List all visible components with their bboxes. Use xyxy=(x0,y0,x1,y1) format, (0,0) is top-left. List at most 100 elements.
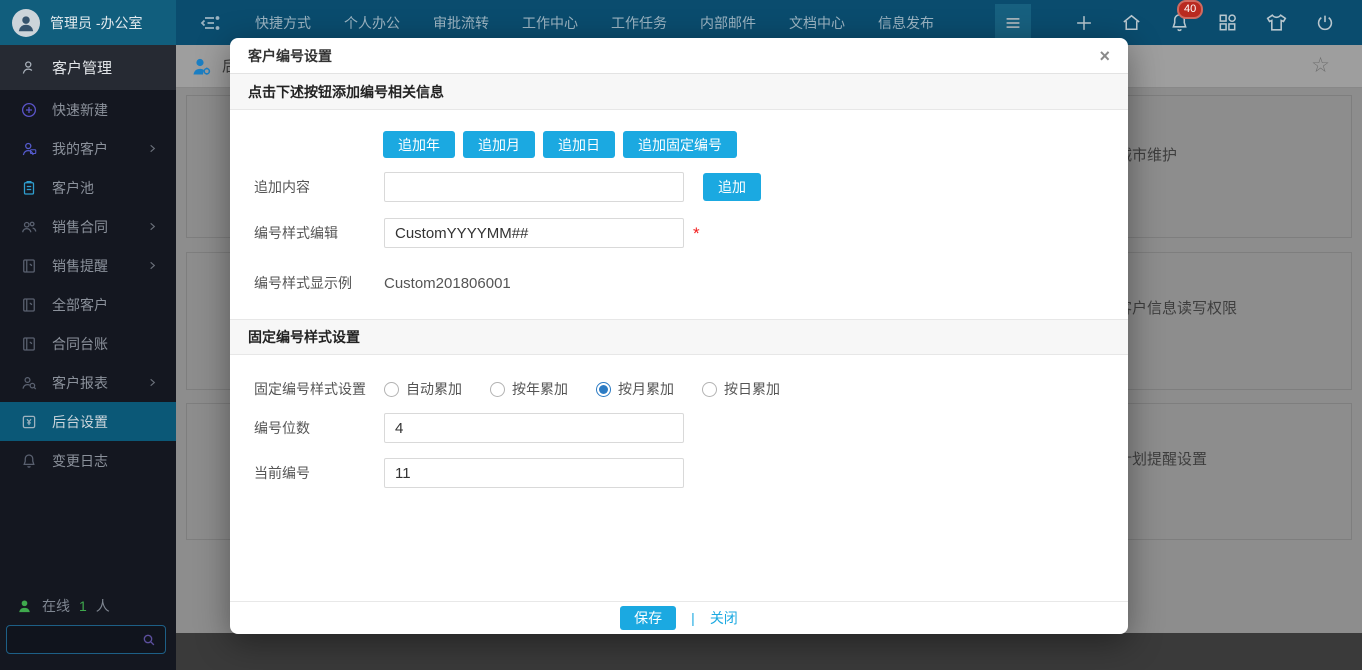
hamburger-menu-icon[interactable] xyxy=(995,4,1031,41)
footer-divider: | xyxy=(691,610,695,626)
append-content-row: 追加内容 追加 xyxy=(254,172,1128,202)
sidebar-item-all-customers[interactable]: 全部客户 xyxy=(0,285,176,324)
online-label: 在线 xyxy=(42,596,70,616)
sidebar-item-label: 客户报表 xyxy=(52,373,108,393)
fixed-number-style-label: 固定编号样式设置 xyxy=(254,379,384,399)
radio-button[interactable] xyxy=(490,382,505,397)
close-link[interactable]: 关闭 xyxy=(710,608,738,628)
plus-circle-icon xyxy=(20,101,38,119)
nav-item-document-center[interactable]: 文档中心 xyxy=(789,13,845,33)
background-footer-strip xyxy=(176,633,1362,670)
sidebar-search xyxy=(6,625,166,654)
sidebar-item-label: 合同台账 xyxy=(52,334,108,354)
nav-item-info-publish[interactable]: 信息发布 xyxy=(878,13,934,33)
settings-user-icon xyxy=(190,55,214,79)
sidebar-item-label: 销售提醒 xyxy=(52,256,108,276)
nav-item-approval-flow[interactable]: 审批流转 xyxy=(433,13,489,33)
radio-button[interactable] xyxy=(384,382,399,397)
nav-item-work-center[interactable]: 工作中心 xyxy=(522,13,578,33)
sidebar: 客户管理 快速新建 我的客户 客户池 销售合同 销售 xyxy=(0,45,176,670)
sidebar-item-sales-reminders[interactable]: 销售提醒 xyxy=(0,246,176,285)
sidebar-item-label: 快速新建 xyxy=(52,100,108,120)
radio-button[interactable] xyxy=(702,382,717,397)
nav-item-shortcuts[interactable]: 快捷方式 xyxy=(255,13,311,33)
append-content-input[interactable] xyxy=(384,172,684,202)
required-asterisk: * xyxy=(693,225,700,242)
radio-label: 按年累加 xyxy=(512,379,568,399)
append-button[interactable]: 追加 xyxy=(703,173,761,201)
current-number-input[interactable] xyxy=(384,458,684,488)
sidebar-item-contract-ledger[interactable]: 合同台账 xyxy=(0,324,176,363)
save-button[interactable]: 保存 xyxy=(620,606,676,630)
radio-button-selected[interactable] xyxy=(596,382,611,397)
sidebar-header-label: 客户管理 xyxy=(52,57,112,78)
number-digits-row: 编号位数 xyxy=(254,413,1128,443)
sidebar-item-customer-reports[interactable]: 客户报表 xyxy=(0,363,176,402)
user-name: 管理员 -办公室 xyxy=(50,13,143,33)
close-icon[interactable]: × xyxy=(1099,47,1110,65)
nav-item-internal-mail[interactable]: 内部邮件 xyxy=(700,13,756,33)
sidebar-item-label: 客户池 xyxy=(52,178,94,198)
number-style-row: 编号样式编辑 * xyxy=(254,218,1128,248)
sidebar-item-my-customers[interactable]: 我的客户 xyxy=(0,129,176,168)
chevron-right-icon xyxy=(147,377,158,388)
shirt-icon[interactable] xyxy=(1264,10,1289,35)
number-digits-input[interactable] xyxy=(384,413,684,443)
sidebar-item-backend-settings[interactable]: 后台设置 xyxy=(0,402,176,441)
collapse-menu-icon[interactable] xyxy=(198,11,222,35)
sidebar-search-input[interactable] xyxy=(7,632,141,647)
sidebar-item-quick-create[interactable]: 快速新建 xyxy=(0,90,176,129)
topbar-user-area[interactable]: 管理员 -办公室 xyxy=(0,0,176,45)
append-content-label: 追加内容 xyxy=(254,177,384,197)
apps-grid-icon[interactable] xyxy=(1216,11,1239,34)
number-example-row: 编号样式显示例 Custom201806001 xyxy=(254,268,1128,298)
append-year-button[interactable]: 追加年 xyxy=(383,131,455,158)
fixed-number-style-row: 固定编号样式设置 自动累加 按年累加 按月累加 按日累加 xyxy=(254,377,1128,401)
home-icon[interactable] xyxy=(1120,11,1143,34)
radio-auto-increment[interactable]: 自动累加 xyxy=(384,379,476,399)
current-number-label: 当前编号 xyxy=(254,463,384,483)
nav-item-work-tasks[interactable]: 工作任务 xyxy=(611,13,667,33)
number-style-input[interactable] xyxy=(384,218,684,248)
online-suffix: 人 xyxy=(96,596,110,616)
person-icon xyxy=(20,140,38,158)
radio-label: 按月累加 xyxy=(618,379,674,399)
section-header-append-info: 点击下述按钮添加编号相关信息 xyxy=(230,74,1128,110)
chevron-right-icon xyxy=(147,143,158,154)
plus-icon[interactable] xyxy=(1073,12,1095,34)
append-fixed-number-button[interactable]: 追加固定编号 xyxy=(623,131,737,158)
append-day-button[interactable]: 追加日 xyxy=(543,131,615,158)
chevron-right-icon xyxy=(147,260,158,271)
topbar-icons: 40 xyxy=(1073,10,1362,35)
sidebar-header-customer-management[interactable]: 客户管理 xyxy=(0,45,176,90)
section-header-fixed-number: 固定编号样式设置 xyxy=(230,319,1128,355)
radio-monthly-increment[interactable]: 按月累加 xyxy=(596,379,688,399)
append-month-button[interactable]: 追加月 xyxy=(463,131,535,158)
phonebook-icon xyxy=(20,335,38,353)
radio-daily-increment[interactable]: 按日累加 xyxy=(702,379,794,399)
star-favorite-icon[interactable]: ☆ xyxy=(1311,53,1330,78)
customer-number-settings-modal: 客户编号设置 × 点击下述按钮添加编号相关信息 追加年 追加月 追加日 追加固定… xyxy=(230,38,1128,634)
search-icon[interactable] xyxy=(141,632,165,648)
online-status: 在线 1 人 xyxy=(16,596,110,616)
sidebar-item-label: 后台设置 xyxy=(52,412,108,432)
modal-footer: 保存 | 关闭 xyxy=(230,601,1128,634)
sidebar-item-change-log[interactable]: 变更日志 xyxy=(0,441,176,480)
sidebar-item-label: 变更日志 xyxy=(52,451,108,471)
current-number-row: 当前编号 xyxy=(254,458,1128,488)
card-label: 计划提醒设置 xyxy=(1117,448,1207,469)
person-search-icon xyxy=(20,374,38,392)
power-icon[interactable] xyxy=(1314,12,1336,34)
sidebar-item-sales-contracts[interactable]: 销售合同 xyxy=(0,207,176,246)
online-count: 1 xyxy=(79,598,87,614)
radio-yearly-increment[interactable]: 按年累加 xyxy=(490,379,582,399)
nav-item-personal-office[interactable]: 个人办公 xyxy=(344,13,400,33)
people-icon xyxy=(20,218,38,236)
clipboard-icon xyxy=(20,179,38,197)
topbar-nav: 快捷方式 个人办公 审批流转 工作中心 工作任务 内部邮件 文档中心 信息发布 xyxy=(176,4,1031,41)
radio-label: 自动累加 xyxy=(406,379,462,399)
notification-bell-icon[interactable]: 40 xyxy=(1168,11,1191,34)
sidebar-item-label: 我的客户 xyxy=(52,139,108,159)
sidebar-item-customer-pool[interactable]: 客户池 xyxy=(0,168,176,207)
number-style-label: 编号样式编辑 xyxy=(254,223,384,243)
